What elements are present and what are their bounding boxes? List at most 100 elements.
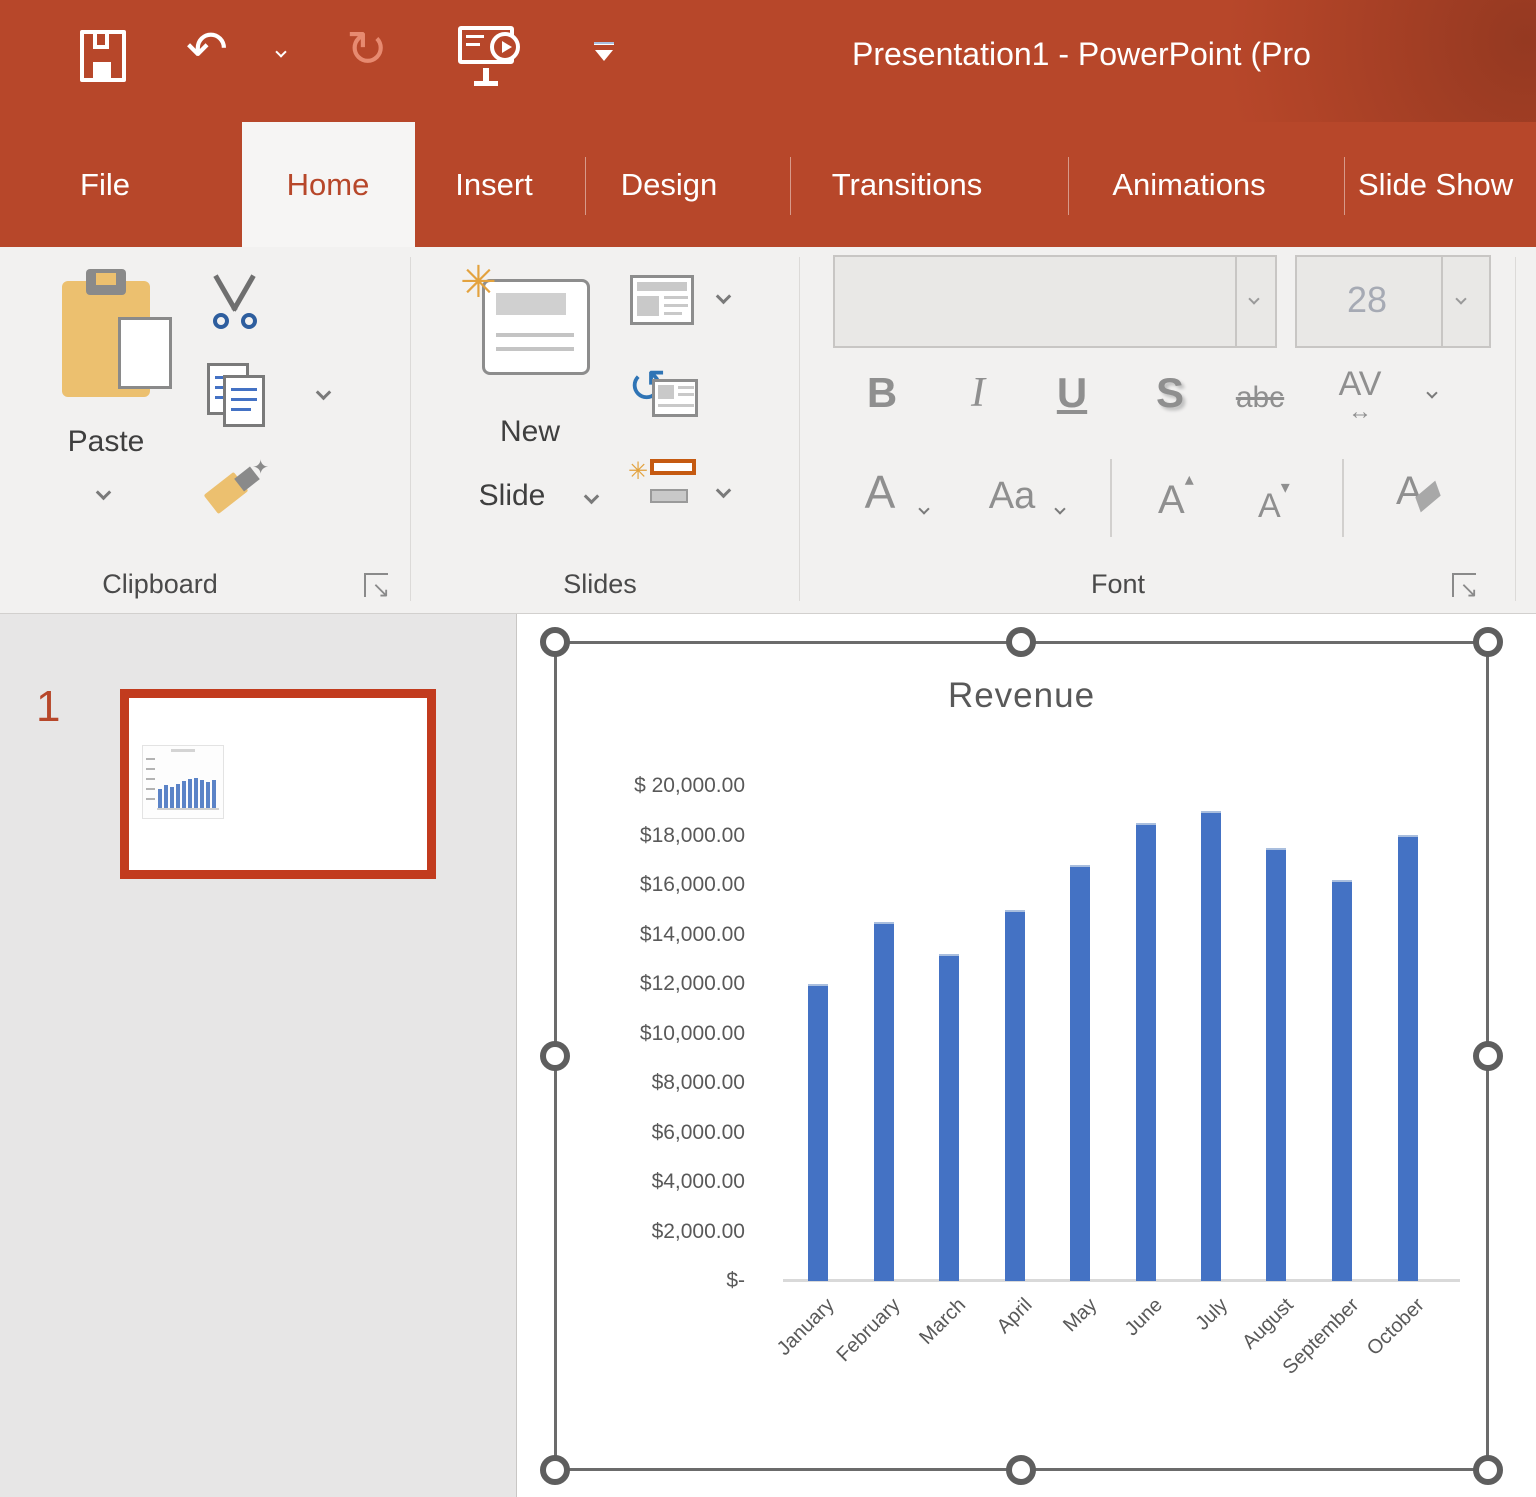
layout-chevron-icon[interactable] [716, 289, 732, 305]
tab-transitions[interactable]: Transitions [832, 122, 982, 247]
resize-handle-top-center[interactable] [1006, 627, 1036, 657]
start-slideshow-icon[interactable] [458, 26, 520, 86]
bar-april[interactable] [1005, 910, 1025, 1281]
slide-thumbnail[interactable] [120, 689, 436, 879]
new-slide-label-line2[interactable]: Slide [442, 479, 582, 513]
bar-july[interactable] [1201, 811, 1221, 1281]
tab-insert[interactable]: Insert [455, 122, 533, 247]
undo-icon[interactable]: ↶ [186, 24, 228, 74]
copy-dropdown-chevron-icon[interactable] [316, 385, 332, 401]
strikethrough-button[interactable]: abc [1228, 381, 1292, 415]
increase-font-size-button[interactable]: A▴ [1158, 469, 1194, 523]
scissors-icon [213, 313, 229, 329]
tab-design[interactable]: Design [621, 122, 718, 247]
clear-formatting-button[interactable]: A [1396, 469, 1441, 514]
spacing-chevron-icon[interactable] [1426, 387, 1437, 398]
x-axis-label-april[interactable]: April [993, 1294, 1038, 1339]
shrink-font-arrow: ▾ [1281, 477, 1290, 497]
slide-number: 1 [36, 682, 60, 732]
resize-handle-top-left[interactable] [540, 627, 570, 657]
chart[interactable]: Revenue $ 20,000.00 $18,000.00 $16,000.00 $… [555, 642, 1488, 1470]
font-name-combobox[interactable] [833, 255, 1277, 348]
underline-button[interactable]: U [1050, 369, 1094, 417]
tab-home[interactable]: Home [287, 122, 370, 247]
bar-september[interactable] [1332, 880, 1352, 1281]
bar-june[interactable] [1136, 823, 1156, 1281]
y-axis-tick-label[interactable]: $- [555, 1268, 745, 1294]
y-axis-tick-label[interactable]: $4,000.00 [555, 1169, 745, 1195]
font-name-chevron-icon[interactable] [1248, 293, 1259, 304]
font-color-chevron-icon[interactable] [918, 503, 929, 514]
x-axis-label-august[interactable]: August [1238, 1294, 1298, 1354]
new-slide-button[interactable]: ✳ [468, 267, 590, 377]
paste-label[interactable]: Paste [40, 425, 172, 459]
bar-february[interactable] [874, 922, 894, 1281]
character-spacing-button[interactable]: AV ↔ [1330, 365, 1390, 426]
scissors-icon [231, 274, 255, 311]
layout-icon [664, 296, 688, 299]
paste-dropdown-chevron-icon[interactable] [96, 485, 112, 501]
bar-october[interactable] [1398, 835, 1418, 1281]
font-dialog-launcher[interactable]: ↘ [1452, 573, 1476, 597]
undo-dropdown-chevron-icon[interactable] [275, 46, 286, 57]
redo-icon[interactable]: ↻ [346, 24, 388, 74]
y-axis-tick-label[interactable]: $18,000.00 [555, 823, 745, 849]
y-axis-tick-label[interactable]: $12,000.00 [555, 971, 745, 997]
x-axis-label-october[interactable]: October [1363, 1294, 1430, 1361]
decrease-font-size-button[interactable]: A▾ [1258, 477, 1290, 526]
y-axis-tick-label[interactable]: $8,000.00 [555, 1070, 745, 1096]
resize-handle-top-right[interactable] [1473, 627, 1503, 657]
paste-button[interactable] [62, 269, 172, 399]
slide-layout-button[interactable] [630, 275, 694, 325]
bar-january[interactable] [808, 984, 828, 1281]
tab-file[interactable]: File [80, 122, 130, 247]
italic-button[interactable]: I [956, 369, 1000, 417]
cut-button[interactable] [205, 273, 265, 337]
x-axis-label-january[interactable]: January [773, 1294, 840, 1361]
resize-handle-bottom-left[interactable] [540, 1455, 570, 1485]
bar-august[interactable] [1266, 848, 1286, 1281]
customize-qat-icon[interactable] [592, 42, 618, 68]
x-axis-label-may[interactable]: May [1059, 1294, 1102, 1337]
y-axis-tick-label[interactable]: $2,000.00 [555, 1219, 745, 1245]
resize-handle-bottom-center[interactable] [1006, 1455, 1036, 1485]
y-axis-tick-label[interactable]: $10,000.00 [555, 1021, 745, 1047]
font-row-divider [1342, 459, 1344, 537]
resize-handle-bottom-right[interactable] [1473, 1455, 1503, 1485]
y-axis-tick-label[interactable]: $16,000.00 [555, 872, 745, 898]
x-axis-label-march[interactable]: March [916, 1294, 972, 1350]
text-shadow-button[interactable]: S [1148, 369, 1192, 417]
x-axis-label-june[interactable]: June [1121, 1294, 1168, 1341]
chart-title[interactable]: Revenue [555, 676, 1488, 716]
tab-slide-show[interactable]: Slide Show [1358, 122, 1513, 247]
bar-march[interactable] [939, 954, 959, 1281]
y-axis-tick-label[interactable]: $6,000.00 [555, 1120, 745, 1146]
format-painter-button[interactable]: ✦ [207, 455, 269, 515]
change-case-chevron-icon[interactable] [1054, 503, 1065, 514]
save-icon-notch [93, 33, 109, 49]
bar-may[interactable] [1070, 865, 1090, 1281]
font-color-button[interactable]: A [858, 465, 902, 519]
section-button[interactable]: ✳ [628, 457, 698, 523]
tab-animations[interactable]: Animations [1112, 122, 1265, 247]
reset-button[interactable]: ↺ [628, 363, 698, 423]
x-axis-label-july[interactable]: July [1192, 1294, 1233, 1335]
scissors-icon [241, 313, 257, 329]
font-size-chevron-icon[interactable] [1455, 293, 1466, 304]
clipboard-dialog-launcher[interactable]: ↘ [364, 573, 388, 597]
y-axis-tick-label[interactable]: $14,000.00 [555, 922, 745, 948]
save-icon[interactable] [80, 30, 126, 82]
clipboard-icon-paper [118, 317, 172, 389]
copy-button[interactable] [207, 363, 269, 431]
new-slide-chevron-icon[interactable] [584, 489, 600, 505]
font-size-combobox[interactable]: 28 [1295, 255, 1491, 348]
section-chevron-icon[interactable] [716, 483, 732, 499]
x-axis-label-february[interactable]: February [833, 1294, 906, 1367]
y-axis-tick-label[interactable]: $ 20,000.00 [555, 773, 745, 799]
thumbnail-mini-chart [143, 746, 223, 818]
change-case-button[interactable]: Aa [980, 475, 1044, 518]
new-slide-label-line1[interactable]: New [468, 415, 592, 449]
bold-button[interactable]: B [860, 369, 904, 417]
resize-handle-middle-right[interactable] [1473, 1041, 1503, 1071]
clipboard-icon-clip-inner [96, 273, 116, 285]
